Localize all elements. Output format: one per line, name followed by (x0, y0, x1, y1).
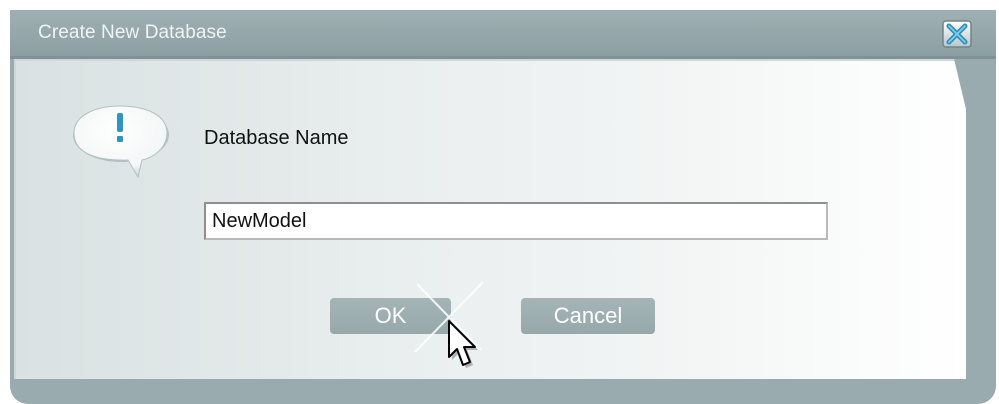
title-separator (10, 56, 996, 59)
title-bar[interactable]: Create New Database (10, 10, 996, 56)
create-database-dialog: Create New Database Database Name NewMod… (10, 10, 996, 404)
dialog-body: Database Name OK Cancel (14, 59, 966, 379)
arrow-pointer-icon (448, 320, 478, 368)
cancel-button[interactable]: Cancel (521, 298, 655, 334)
close-button[interactable] (940, 18, 976, 50)
close-x-icon (942, 20, 972, 48)
database-name-label: Database Name (204, 127, 349, 149)
ok-button[interactable]: OK (330, 298, 451, 334)
message-icon-wrap (66, 103, 176, 181)
exclamation-speech-bubble-icon (73, 105, 169, 179)
dialog-title: Create New Database (38, 22, 227, 43)
database-name-input[interactable] (204, 202, 828, 240)
